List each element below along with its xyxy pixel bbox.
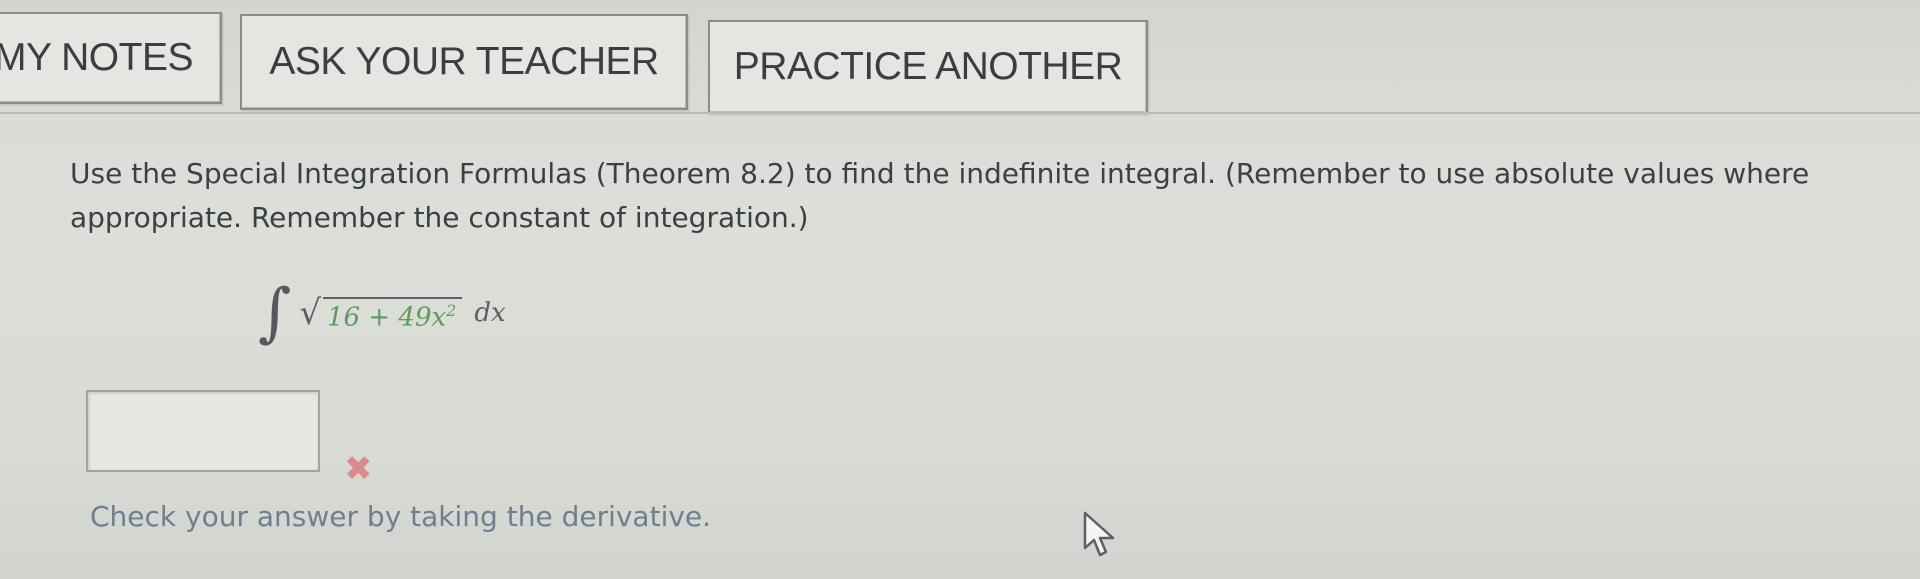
radicand-exponent: 2 (446, 301, 457, 321)
differential: dx (474, 298, 506, 328)
ask-your-teacher-button[interactable]: ASK YOUR TEACHER (240, 14, 688, 110)
my-notes-button[interactable]: MY NOTES (0, 12, 222, 104)
practice-another-button[interactable]: PRACTICE ANOTHER (708, 20, 1148, 114)
integral-symbol: ∫ (258, 276, 292, 350)
toolbar-divider (0, 112, 1920, 114)
square-root: √ 16 + 49x2 (299, 293, 463, 333)
question-toolbar: MY NOTES ASK YOUR TEACHER PRACTICE ANOTH… (0, 0, 1920, 118)
integral-expression: ∫ √ 16 + 49x2 dx (258, 268, 506, 358)
mouse-cursor-icon (1083, 511, 1115, 557)
answer-input[interactable] (86, 390, 320, 472)
derivative-hint: Check your answer by taking the derivati… (90, 500, 712, 533)
page: MY NOTES ASK YOUR TEACHER PRACTICE ANOTH… (0, 0, 1920, 579)
x-mark-icon: ✖ (344, 449, 373, 489)
radicand-text: 16 + 49x (327, 303, 447, 333)
question-prompt: Use the Special Integration Formulas (Th… (70, 157, 1810, 234)
radicand: 16 + 49x2 (323, 297, 463, 333)
radical-symbol: √ (299, 293, 322, 333)
